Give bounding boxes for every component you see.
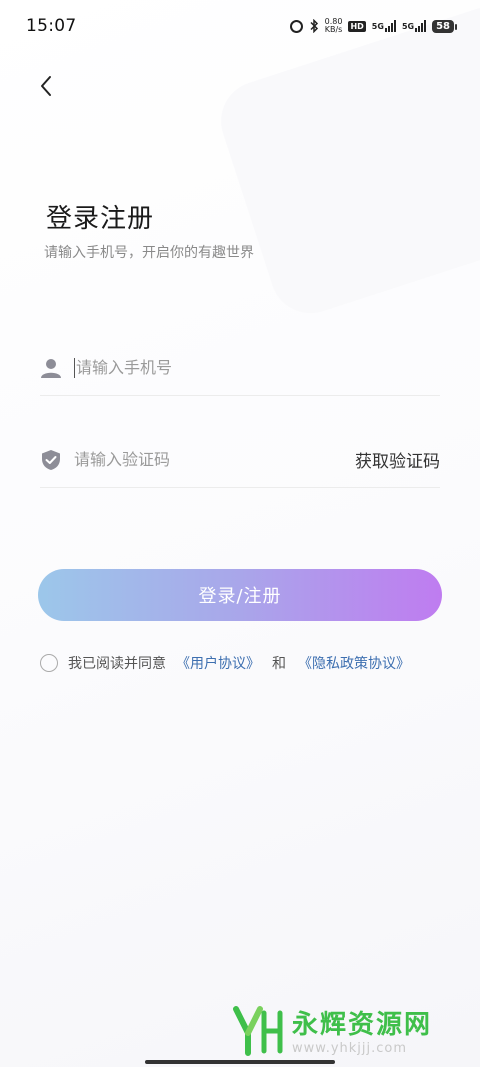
- network-speed: 0.80 KB/s: [325, 18, 343, 34]
- page-subtitle: 请输入手机号，开启你的有趣世界: [44, 245, 254, 261]
- home-indicator[interactable]: [145, 1060, 335, 1064]
- agreement-checkbox[interactable]: [40, 654, 58, 672]
- shield-check-icon: [40, 449, 62, 471]
- signal-1-label: 5G: [371, 21, 384, 31]
- alarm-icon: [289, 19, 303, 33]
- status-time: 15:07: [26, 16, 77, 36]
- agreement-row: 我已阅读并同意 《用户协议》 和 《隐私政策协议》: [40, 652, 410, 674]
- watermark-text: 永辉资源网 www.yhkjjj.com: [292, 1004, 432, 1056]
- phone-field: [40, 340, 440, 396]
- privacy-policy-link[interactable]: 《隐私政策协议》: [298, 653, 410, 673]
- chevron-left-icon: [41, 76, 51, 96]
- signal-1-icon: 5G: [372, 20, 396, 32]
- watermark-url: www.yhkjjj.com: [292, 1041, 408, 1056]
- watermark: 永辉资源网 www.yhkjjj.com: [230, 1000, 460, 1060]
- network-speed-unit: KB/s: [324, 25, 343, 34]
- watermark-name: 永辉资源网: [292, 1010, 433, 1040]
- status-bar: 15:07 0.80 KB/s HD 5G 5G 58: [0, 0, 480, 52]
- signal-2-icon: 5G: [401, 20, 427, 32]
- hd-badge: HD: [348, 20, 366, 32]
- agreement-and: 和: [272, 656, 286, 672]
- get-code-button[interactable]: 获取验证码: [355, 447, 440, 472]
- bluetooth-icon: [309, 19, 319, 33]
- text-cursor: [74, 357, 75, 378]
- phone-input[interactable]: [76, 358, 440, 377]
- back-button[interactable]: [30, 70, 62, 102]
- battery-indicator: 58: [432, 19, 457, 33]
- status-icons: 0.80 KB/s HD 5G 5G 58: [289, 18, 457, 34]
- user-icon: [40, 357, 62, 379]
- page-title: 登录注册: [46, 204, 155, 234]
- verification-code-field: 获取验证码: [40, 432, 440, 488]
- signal-2-label: 5G: [401, 21, 415, 31]
- watermark-logo-icon: [233, 1006, 283, 1056]
- agreement-prefix: 我已阅读并同意: [68, 656, 166, 672]
- user-agreement-link[interactable]: 《用户协议》: [176, 653, 260, 673]
- verification-code-input[interactable]: [74, 450, 355, 469]
- login-screen: 15:07 0.80 KB/s HD 5G 5G 58 登录注册 请输入手机号，…: [0, 0, 480, 1067]
- login-register-button[interactable]: 登录/注册: [38, 569, 442, 621]
